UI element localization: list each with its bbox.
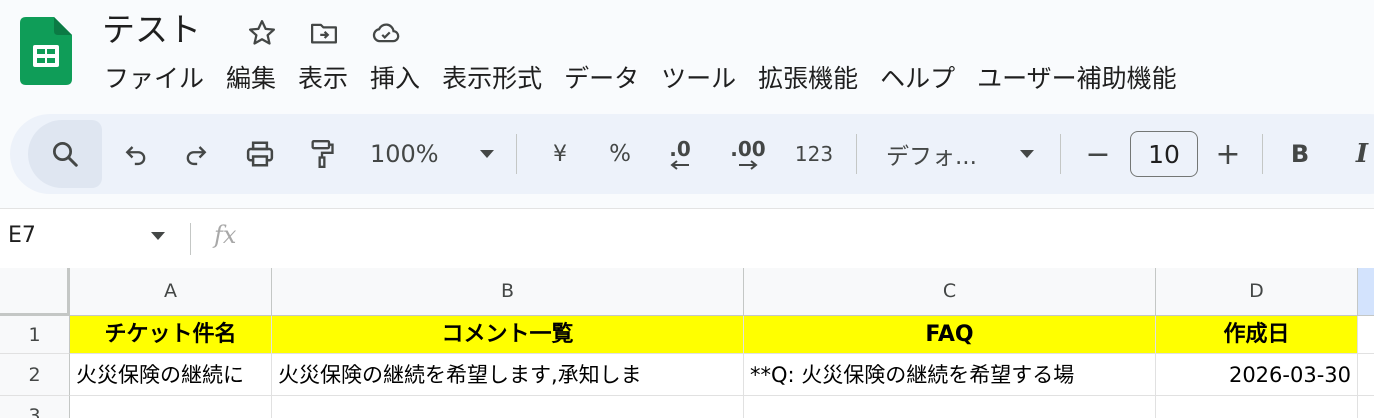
cell-b2[interactable]: 火災保険の継続を希望します,承知しま: [272, 354, 744, 396]
row-header-2[interactable]: 2: [0, 354, 70, 396]
font-select[interactable]: デフォ...: [886, 132, 1036, 176]
menu-tools[interactable]: ツール: [650, 60, 747, 98]
name-box[interactable]: E7: [8, 223, 36, 248]
more-formats-button[interactable]: 123: [788, 132, 840, 176]
column-header-e[interactable]: [1358, 268, 1374, 316]
sheets-logo-icon[interactable]: [20, 17, 72, 85]
menu-format[interactable]: 表示形式: [431, 60, 553, 98]
chevron-down-icon: [1020, 150, 1034, 158]
cell-a1[interactable]: チケット件名: [70, 316, 272, 354]
cell-b3[interactable]: [272, 396, 744, 418]
move-to-folder-icon[interactable]: [306, 15, 342, 51]
column-header-a[interactable]: A: [70, 268, 272, 316]
row-header-3[interactable]: 3: [0, 396, 70, 418]
menu-view[interactable]: 表示: [287, 60, 359, 98]
search-menus-button[interactable]: [28, 120, 102, 188]
print-button[interactable]: [238, 132, 282, 176]
increase-decimal-button[interactable]: .00: [722, 132, 774, 176]
paint-format-button[interactable]: [300, 132, 344, 176]
cell-a3[interactable]: [70, 396, 272, 418]
cell-c2[interactable]: **Q: 火災保険の継続を希望する場: [744, 354, 1156, 396]
column-header-b[interactable]: B: [272, 268, 744, 316]
toolbar: 100% ¥ % .0 .00 123 デフォ... − 10 + B I: [10, 114, 1374, 194]
menu-extensions[interactable]: 拡張機能: [747, 60, 869, 98]
undo-icon: [125, 146, 146, 166]
paint-roller-icon: [311, 140, 334, 169]
zoom-select[interactable]: 100%: [370, 132, 496, 176]
menu-insert[interactable]: 挿入: [359, 60, 431, 98]
menu-bar: ファイル 編集 表示 挿入 表示形式 データ ツール 拡張機能 ヘルプ ユーザー…: [102, 60, 1188, 98]
cell-e2[interactable]: [1358, 354, 1374, 396]
redo-icon: [186, 146, 207, 166]
cell-d1[interactable]: 作成日: [1156, 316, 1358, 354]
cell-c1[interactable]: FAQ: [744, 316, 1156, 354]
toolbar-divider: [1060, 134, 1061, 174]
formula-divider: [190, 223, 191, 255]
star-icon[interactable]: [244, 15, 280, 51]
select-all-corner[interactable]: [0, 268, 70, 316]
toolbar-divider: [1262, 134, 1263, 174]
font-size-input[interactable]: 10: [1130, 131, 1198, 177]
column-header-d[interactable]: D: [1156, 268, 1358, 316]
title-actions: [244, 15, 404, 51]
menu-data[interactable]: データ: [553, 60, 650, 98]
menu-file[interactable]: ファイル: [102, 60, 215, 98]
print-icon: [246, 141, 274, 167]
undo-button[interactable]: [114, 132, 158, 176]
cell-c3[interactable]: [744, 396, 1156, 418]
decrease-decimal-button[interactable]: .0: [658, 132, 702, 176]
decrease-font-size-button[interactable]: −: [1078, 132, 1118, 176]
bold-button[interactable]: B: [1278, 132, 1322, 176]
decrease-decimal-label: .0: [669, 137, 691, 161]
cell-a2[interactable]: 火災保険の継続に: [70, 354, 272, 396]
function-icon: fx: [214, 221, 237, 249]
formula-bar: E7 fx: [0, 208, 1374, 268]
arrow-right-icon: [739, 160, 758, 170]
row-header-1[interactable]: 1: [0, 316, 70, 354]
cloud-saved-icon[interactable]: [368, 15, 404, 51]
cell-d3[interactable]: [1156, 396, 1358, 418]
chevron-down-icon: [480, 150, 494, 158]
sheets-app: テスト ファイル 編集 表示 挿入 表示形式 データ ツール 拡張機能 ヘルプ …: [0, 0, 1374, 418]
italic-button[interactable]: I: [1340, 132, 1374, 176]
font-value: デフォ...: [886, 144, 977, 170]
cell-b1[interactable]: コメント一覧: [272, 316, 744, 354]
formula-input[interactable]: [260, 221, 1360, 257]
increase-decimal-label: .00: [730, 137, 766, 161]
increase-font-size-button[interactable]: +: [1208, 132, 1248, 176]
cell-e1[interactable]: [1358, 316, 1374, 354]
menu-help[interactable]: ヘルプ: [869, 60, 966, 98]
document-title[interactable]: テスト: [102, 10, 201, 50]
chevron-down-icon[interactable]: [150, 231, 166, 241]
menu-edit[interactable]: 編集: [215, 60, 287, 98]
percent-format-button[interactable]: %: [598, 132, 642, 176]
toolbar-divider: [516, 134, 517, 174]
currency-format-button[interactable]: ¥: [538, 132, 582, 176]
toolbar-divider: [856, 134, 857, 174]
redo-button[interactable]: [174, 132, 218, 176]
search-icon: [53, 142, 78, 167]
spreadsheet-grid: A B C D 1 チケット件名 コメント一覧 FAQ 作成日 2 火災保険の継…: [0, 268, 1374, 418]
zoom-value: 100%: [370, 140, 439, 168]
column-header-c[interactable]: C: [744, 268, 1156, 316]
arrow-left-icon: [670, 160, 689, 170]
menu-accessibility[interactable]: ユーザー補助機能: [966, 60, 1188, 98]
cell-d2[interactable]: 2026-03-30: [1156, 354, 1358, 396]
